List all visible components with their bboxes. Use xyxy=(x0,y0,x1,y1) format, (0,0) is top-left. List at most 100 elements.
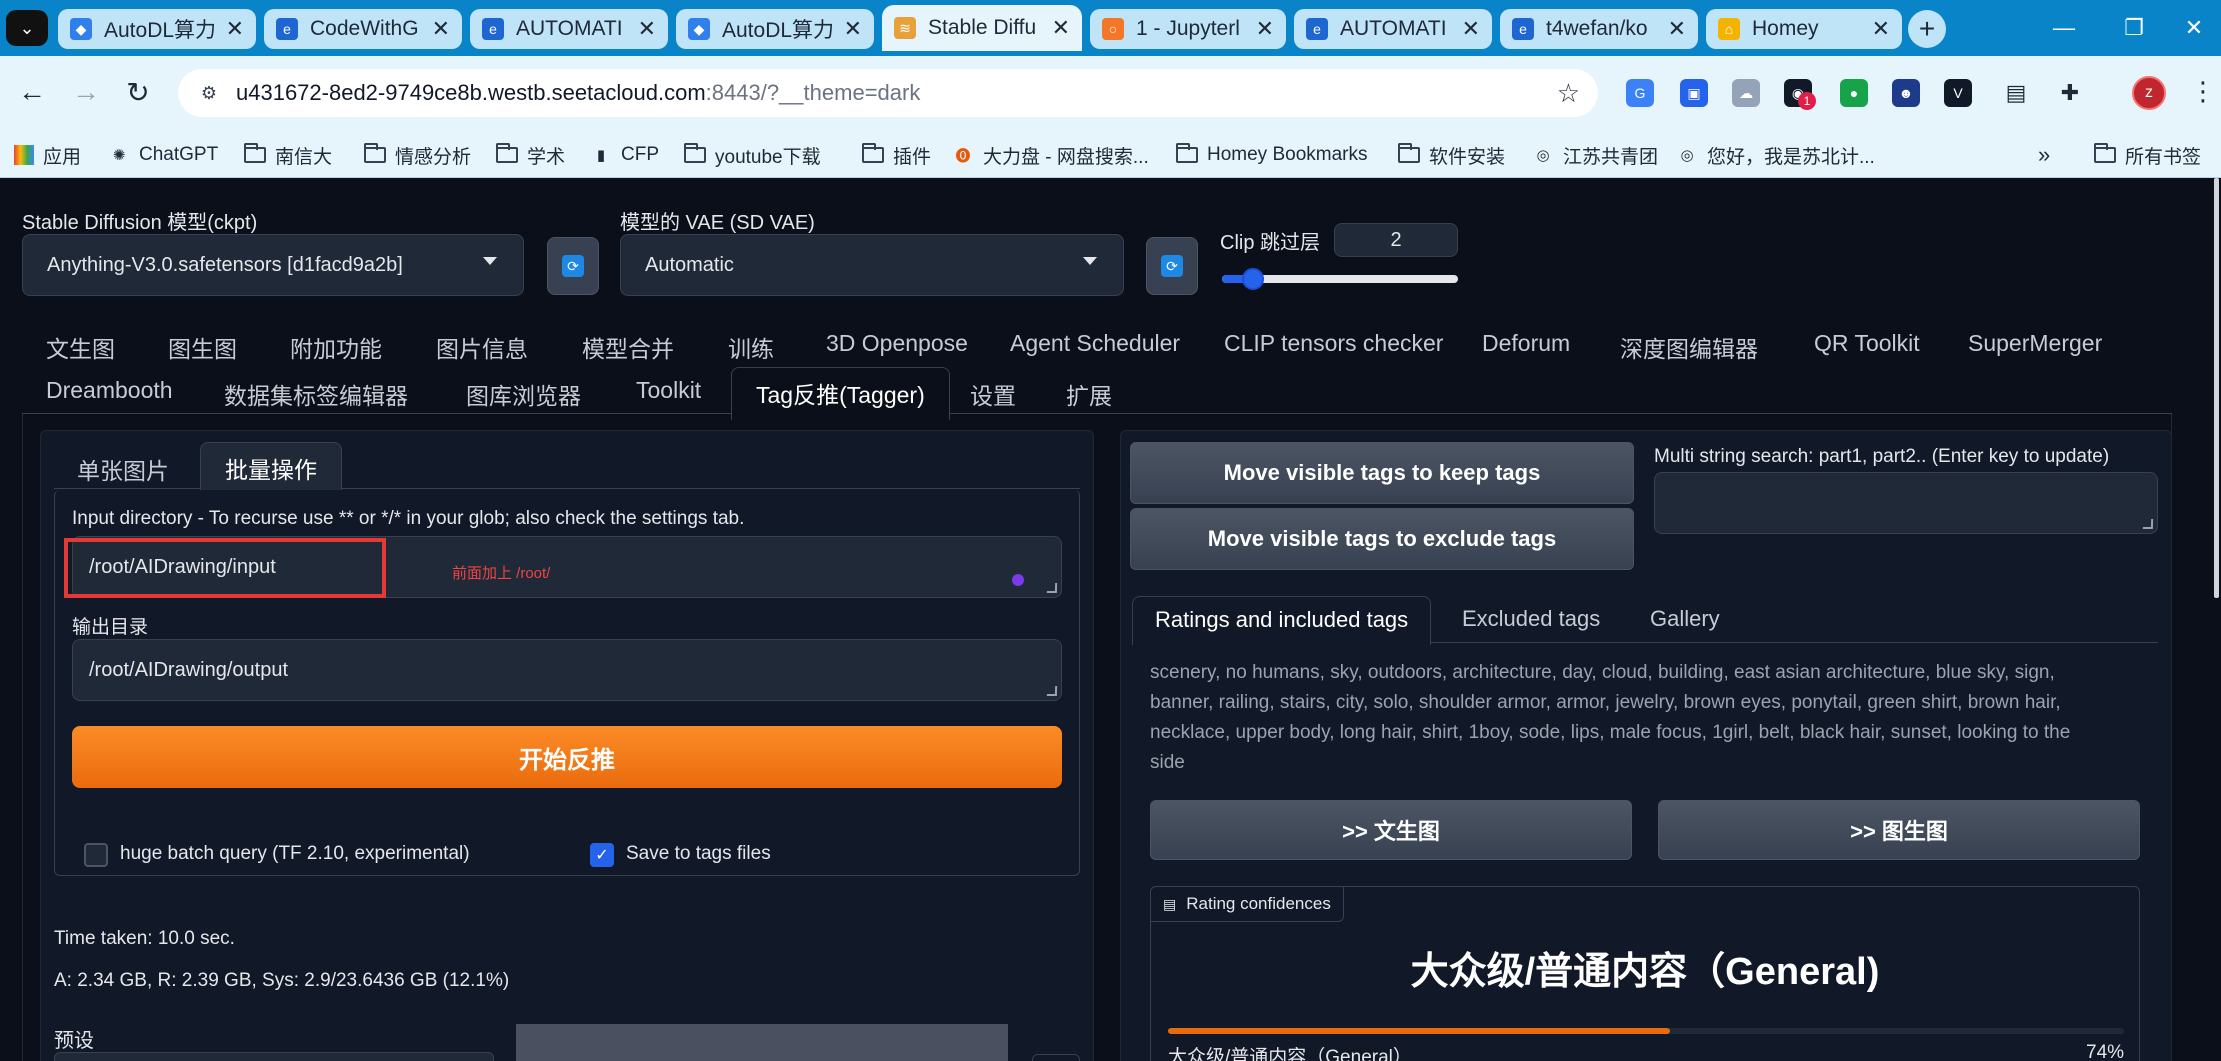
tab-checkpoint-merger[interactable]: 模型合并 xyxy=(582,330,674,364)
close-tab-icon[interactable]: ✕ xyxy=(1668,16,1686,42)
tab-txt2img[interactable]: 文生图 xyxy=(46,330,115,364)
resize-handle-icon[interactable] xyxy=(1046,686,1058,696)
tab-tagger[interactable]: Tag反推(Tagger) xyxy=(731,367,950,420)
tab-agent-scheduler[interactable]: Agent Scheduler xyxy=(1010,330,1180,357)
bookmark-folder[interactable]: youtube下载 xyxy=(684,141,821,169)
clip-skip-input[interactable]: 2 xyxy=(1334,223,1458,257)
output-directory-field[interactable]: /root/AIDrawing/output xyxy=(72,639,1062,701)
extensions-puzzle-icon[interactable]: ✚ xyxy=(2056,79,2084,107)
refresh-vae-button[interactable]: ⟳ xyxy=(1146,237,1198,295)
browser-tab-active[interactable]: ≋ Stable Diffu ✕ xyxy=(882,5,1082,51)
bookmark-folder[interactable]: 情感分析 xyxy=(364,141,471,169)
extension-icon[interactable]: ● xyxy=(1840,79,1868,107)
extension-icon[interactable]: V xyxy=(1944,79,1972,107)
site-info-icon[interactable]: ⚙ xyxy=(194,78,224,108)
tab-dreambooth[interactable]: Dreambooth xyxy=(46,377,173,404)
tab-extensions[interactable]: 扩展 xyxy=(1066,377,1112,411)
tab-png-info[interactable]: 图片信息 xyxy=(436,330,528,364)
huge-batch-checkbox[interactable] xyxy=(84,843,108,867)
tab-train[interactable]: 训练 xyxy=(728,330,774,364)
forward-icon[interactable]: → xyxy=(66,72,106,112)
subtab-batch[interactable]: 批量操作 xyxy=(200,442,342,497)
tab-supermerger[interactable]: SuperMerger xyxy=(1968,330,2102,357)
reading-list-icon[interactable]: ▤ xyxy=(2002,79,2030,107)
resize-handle-icon[interactable] xyxy=(2142,519,2154,529)
tab-excluded-tags[interactable]: Excluded tags xyxy=(1462,606,1600,632)
bookmark-cfp[interactable]: ▮ CFP xyxy=(590,141,659,169)
tab-clip-tensors-checker[interactable]: CLIP tensors checker xyxy=(1224,330,1443,357)
resize-handle-icon[interactable] xyxy=(1046,583,1058,593)
close-tab-icon[interactable]: ✕ xyxy=(1256,16,1274,42)
close-tab-icon[interactable]: ✕ xyxy=(432,16,450,42)
bookmark-subei[interactable]: ◎ 您好，我是苏北计... xyxy=(1676,141,1874,169)
browser-tab[interactable]: e AUTOMATI ✕ xyxy=(470,9,668,49)
bookmark-dalipan[interactable]: ⓿ 大力盘 - 网盘搜索... xyxy=(952,141,1148,169)
restore-icon[interactable]: ❐ xyxy=(2104,8,2164,48)
tab-gallery[interactable]: Gallery xyxy=(1650,606,1720,632)
translate-extension-icon[interactable]: G xyxy=(1626,79,1654,107)
address-bar[interactable]: ⚙ u431672-8ed2-9749ce8b.westb.seetacloud… xyxy=(178,69,1598,117)
start-interrogate-button[interactable]: 开始反推 xyxy=(72,726,1062,788)
bookmark-folder[interactable]: Homey Bookmarks xyxy=(1176,141,1368,169)
bookmark-folder[interactable]: 南信大 xyxy=(244,141,332,169)
tab-toolkit[interactable]: Toolkit xyxy=(636,377,701,404)
move-to-keep-tags-button[interactable]: Move visible tags to keep tags xyxy=(1130,442,1634,504)
bookmark-folder[interactable]: 插件 xyxy=(862,141,931,169)
send-to-txt2img-button[interactable]: >> 文生图 xyxy=(1150,800,1632,860)
bookmark-chatgpt[interactable]: ✺ ChatGPT xyxy=(108,141,219,169)
back-icon[interactable]: ← xyxy=(12,72,52,112)
preset-refresh-button[interactable] xyxy=(1032,1054,1080,1061)
bookmark-apps[interactable]: 应用 xyxy=(14,141,81,169)
extension-icon[interactable]: ▣ xyxy=(1680,79,1708,107)
browser-tab[interactable]: ◆ AutoDL算力 ✕ xyxy=(58,9,256,49)
page-scrollbar[interactable] xyxy=(2214,178,2219,598)
tab-settings[interactable]: 设置 xyxy=(970,377,1016,411)
bookmark-jiangsu[interactable]: ◎ 江苏共青团 xyxy=(1532,141,1658,169)
tab-image-browser[interactable]: 图库浏览器 xyxy=(466,377,581,411)
close-tab-icon[interactable]: ✕ xyxy=(1462,16,1480,42)
tab-ratings-included[interactable]: Ratings and included tags xyxy=(1132,596,1432,645)
extension-icon[interactable]: ☁ xyxy=(1732,79,1760,107)
bookmark-folder[interactable]: 软件安装 xyxy=(1398,141,1505,169)
tab-search-button[interactable]: ⌄ xyxy=(6,10,48,46)
browser-tab[interactable]: e CodeWithG ✕ xyxy=(264,9,462,49)
subtab-single-image[interactable]: 单张图片 xyxy=(77,452,169,486)
multi-string-search-input[interactable] xyxy=(1654,472,2158,534)
reload-icon[interactable]: ↻ xyxy=(118,72,158,112)
close-tab-icon[interactable]: ✕ xyxy=(844,16,862,42)
all-bookmarks-folder[interactable]: 所有书签 xyxy=(2094,141,2201,169)
close-tab-icon[interactable]: ✕ xyxy=(1872,16,1890,42)
close-window-icon[interactable]: ✕ xyxy=(2164,8,2221,48)
model-dropdown[interactable]: Anything-V3.0.safetensors [d1facd9a2b] xyxy=(22,234,524,296)
extension-icon[interactable]: ☻ xyxy=(1892,79,1920,107)
browser-tab[interactable]: ○ 1 - Jupyterl ✕ xyxy=(1090,9,1286,49)
tab-depth-editor[interactable]: 深度图编辑器 xyxy=(1620,330,1758,364)
clip-skip-slider-thumb[interactable] xyxy=(1242,268,1264,290)
close-tab-icon[interactable]: ✕ xyxy=(638,16,656,42)
move-to-exclude-tags-button[interactable]: Move visible tags to exclude tags xyxy=(1130,508,1634,570)
close-tab-icon[interactable]: ✕ xyxy=(1052,15,1070,41)
browser-tab[interactable]: e t4wefan/ko ✕ xyxy=(1500,9,1698,49)
tab-dataset-tag-editor[interactable]: 数据集标签编辑器 xyxy=(224,377,408,411)
grammarly-dot-icon[interactable] xyxy=(1012,574,1024,586)
bookmark-star-icon[interactable]: ☆ xyxy=(1557,78,1580,109)
browser-tab[interactable]: e AUTOMATI ✕ xyxy=(1294,9,1492,49)
tab-qr-toolkit[interactable]: QR Toolkit xyxy=(1814,330,1920,357)
bookmark-folder[interactable]: 学术 xyxy=(496,141,565,169)
profile-avatar[interactable]: z xyxy=(2132,76,2166,110)
tab-deforum[interactable]: Deforum xyxy=(1482,330,1570,357)
preset-dropdown[interactable] xyxy=(54,1052,494,1061)
refresh-model-button[interactable]: ⟳ xyxy=(547,237,599,295)
new-tab-button[interactable]: + xyxy=(1908,10,1946,48)
browser-tab[interactable]: ⌂ Homey ✕ xyxy=(1706,9,1902,49)
save-tags-checkbox[interactable]: ✓ xyxy=(590,843,614,867)
vae-dropdown[interactable]: Automatic xyxy=(620,234,1124,296)
tab-extras[interactable]: 附加功能 xyxy=(290,330,382,364)
minimize-icon[interactable]: — xyxy=(2034,8,2094,48)
send-to-img2img-button[interactable]: >> 图生图 xyxy=(1658,800,2140,860)
browser-menu-icon[interactable]: ⋮ xyxy=(2190,76,2216,107)
browser-tab[interactable]: ◆ AutoDL算力 ✕ xyxy=(676,9,874,49)
tab-3d-openpose[interactable]: 3D Openpose xyxy=(826,330,968,357)
tab-img2img[interactable]: 图生图 xyxy=(168,330,237,364)
close-tab-icon[interactable]: ✕ xyxy=(226,16,244,42)
